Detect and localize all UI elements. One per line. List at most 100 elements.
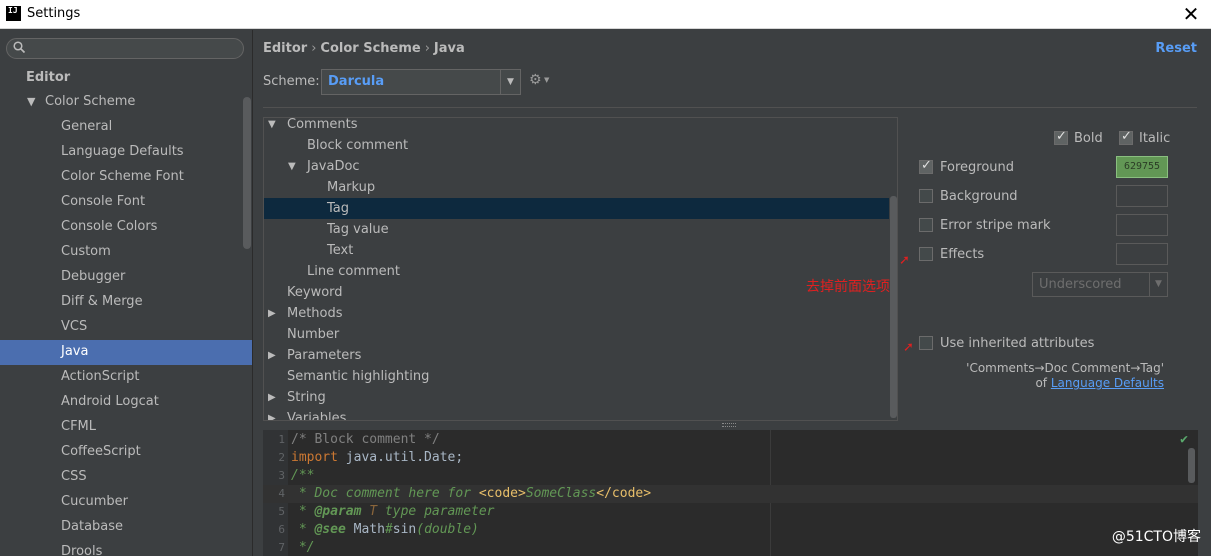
sidebar-item-cucumber[interactable]: Cucumber (0, 490, 252, 515)
code-line: 5 * @param T type parameter (263, 503, 1198, 521)
expand-down-icon[interactable]: ▼ (268, 118, 276, 135)
attribute-item-variables[interactable]: ▶ Variables (264, 408, 890, 420)
code-preview-editor[interactable]: 1 /* Block comment */ 2 import java.util.Da… (263, 430, 1198, 556)
chevron-down-icon[interactable]: ▼ (500, 70, 520, 94)
intellij-app-icon: IJ (6, 6, 21, 21)
attribute-item-parameters[interactable]: ▶ Parameters (264, 345, 890, 366)
italic-label: Italic (1139, 131, 1171, 146)
sidebar-item-label: Console Colors (61, 219, 158, 234)
sidebar-item-drools[interactable]: Drools (0, 540, 252, 556)
code-token: sin (392, 522, 417, 537)
attribute-item-number[interactable]: Number (264, 324, 890, 345)
sidebar-item-color-scheme[interactable]: ▼ Color Scheme (0, 90, 252, 115)
scheme-value: Darcula (328, 74, 385, 89)
sidebar-item-label: Custom (61, 244, 111, 259)
sidebar-item-debugger[interactable]: Debugger (0, 265, 252, 290)
effects-checkbox[interactable] (919, 247, 933, 261)
chevron-down-icon[interactable]: ▼ (544, 76, 549, 84)
attribute-item-line-comment[interactable]: Line comment (264, 261, 890, 282)
sidebar-item-label: Color Scheme (45, 94, 136, 109)
code-token: * (291, 522, 315, 537)
inherit-path: 'Comments→Doc Comment→Tag' (966, 361, 1164, 375)
search-icon (13, 41, 25, 53)
italic-checkbox[interactable] (1119, 129, 1133, 145)
sidebar-item-general[interactable]: General (0, 115, 252, 140)
attribute-tree-scrollbar[interactable] (889, 118, 897, 420)
header-divider (263, 107, 1197, 108)
expand-right-icon[interactable]: ▶ (268, 387, 276, 408)
code-token: @see (314, 522, 346, 537)
background-checkbox[interactable] (919, 189, 933, 203)
sidebar-item-android-logcat[interactable]: Android Logcat (0, 390, 252, 415)
code-token: /* Block comment */ (291, 432, 440, 447)
code-token: @param (314, 504, 362, 519)
foreground-checkbox[interactable] (919, 158, 933, 174)
breadcrumb: Editor › Color Scheme › Java (263, 41, 465, 56)
reset-link[interactable]: Reset (1155, 41, 1197, 56)
window-title: Settings (27, 6, 81, 21)
attribute-item-text[interactable]: Text (264, 240, 890, 261)
code-token: SomeClass (525, 486, 597, 501)
sidebar-item-diff-merge[interactable]: Diff & Merge (0, 290, 252, 315)
scheme-select[interactable]: Darcula ▼ (321, 69, 521, 95)
attribute-label: Tag value (327, 222, 389, 237)
sidebar-item-label: Database (61, 519, 124, 534)
foreground-color-swatch[interactable]: 629755 (1116, 156, 1168, 178)
expand-down-icon[interactable]: ▼ (27, 90, 35, 114)
code-line: 2 import java.util.Date; (263, 449, 1198, 467)
sidebar-item-cfml[interactable]: CFML (0, 415, 252, 440)
sidebar-item-css[interactable]: CSS (0, 465, 252, 490)
attribute-item-comments[interactable]: ▼ Comments (264, 118, 890, 135)
expand-right-icon[interactable]: ▶ (268, 345, 276, 366)
sidebar-item-label: Diff & Merge (61, 294, 143, 309)
language-defaults-link[interactable]: Language Defaults (1051, 376, 1164, 390)
gear-icon[interactable]: ⚙ (529, 72, 542, 88)
sidebar-item-vcs[interactable]: VCS (0, 315, 252, 340)
use-inherited-label: Use inherited attributes (940, 336, 1095, 351)
sidebar-item-color-scheme-font[interactable]: Color Scheme Font (0, 165, 252, 190)
attribute-item-keyword[interactable]: Keyword (264, 282, 890, 303)
chevron-down-icon[interactable]: ▼ (1149, 273, 1167, 296)
attribute-item-markup[interactable]: Markup (264, 177, 890, 198)
attribute-label: Number (287, 327, 340, 342)
effects-color-swatch[interactable] (1116, 243, 1168, 265)
error-stripe-checkbox[interactable] (919, 218, 933, 232)
sidebar-item-coffeescript[interactable]: CoffeeScript (0, 440, 252, 465)
search-input[interactable] (6, 38, 244, 59)
editor-scrollbar[interactable] (1188, 448, 1195, 483)
expand-right-icon[interactable]: ▶ (268, 408, 276, 420)
expand-down-icon[interactable]: ▼ (288, 156, 296, 177)
sidebar-item-database[interactable]: Database (0, 515, 252, 540)
sidebar-item-console-font[interactable]: Console Font (0, 190, 252, 215)
attribute-item-semantic-highlighting[interactable]: Semantic highlighting (264, 366, 890, 387)
sidebar-item-java[interactable]: Java (0, 340, 252, 365)
attribute-item-block-comment[interactable]: Block comment (264, 135, 890, 156)
sidebar-scrollbar[interactable] (243, 97, 251, 249)
attribute-tree[interactable]: ▼ Comments Block comment ▼ JavaDoc Markup Tag T… (263, 117, 898, 421)
sidebar-item-console-colors[interactable]: Console Colors (0, 215, 252, 240)
attribute-item-tag-value[interactable]: Tag value (264, 219, 890, 240)
error-stripe-color-swatch[interactable] (1116, 214, 1168, 236)
annotation-arrow: ➚ (899, 253, 910, 268)
code-text: /** (291, 467, 314, 485)
splitter-handle[interactable] (722, 423, 736, 427)
inspection-ok-icon: ✔ (1180, 432, 1188, 447)
attribute-item-string[interactable]: ▶ String (264, 387, 890, 408)
bold-checkbox[interactable] (1054, 129, 1068, 145)
attribute-item-methods[interactable]: ▶ Methods (264, 303, 890, 324)
code-text: */ (291, 539, 315, 556)
sidebar-item-actionscript[interactable]: ActionScript (0, 365, 252, 390)
sidebar-item-language-defaults[interactable]: Language Defaults (0, 140, 252, 165)
breadcrumb-separator: › (424, 41, 430, 56)
use-inherited-checkbox[interactable] (919, 336, 933, 350)
background-color-swatch[interactable] (1116, 185, 1168, 207)
expand-right-icon[interactable]: ▶ (268, 303, 276, 324)
attribute-item-javadoc[interactable]: ▼ JavaDoc (264, 156, 890, 177)
effect-type-select[interactable]: Underscored ▼ (1032, 272, 1168, 297)
code-token: type parameter (377, 504, 495, 519)
sidebar-item-label: ActionScript (61, 369, 140, 384)
scrollbar-thumb[interactable] (890, 196, 897, 418)
sidebar-item-custom[interactable]: Custom (0, 240, 252, 265)
attribute-item-tag[interactable]: Tag (264, 198, 890, 219)
close-icon[interactable]: ✕ (1179, 2, 1203, 26)
